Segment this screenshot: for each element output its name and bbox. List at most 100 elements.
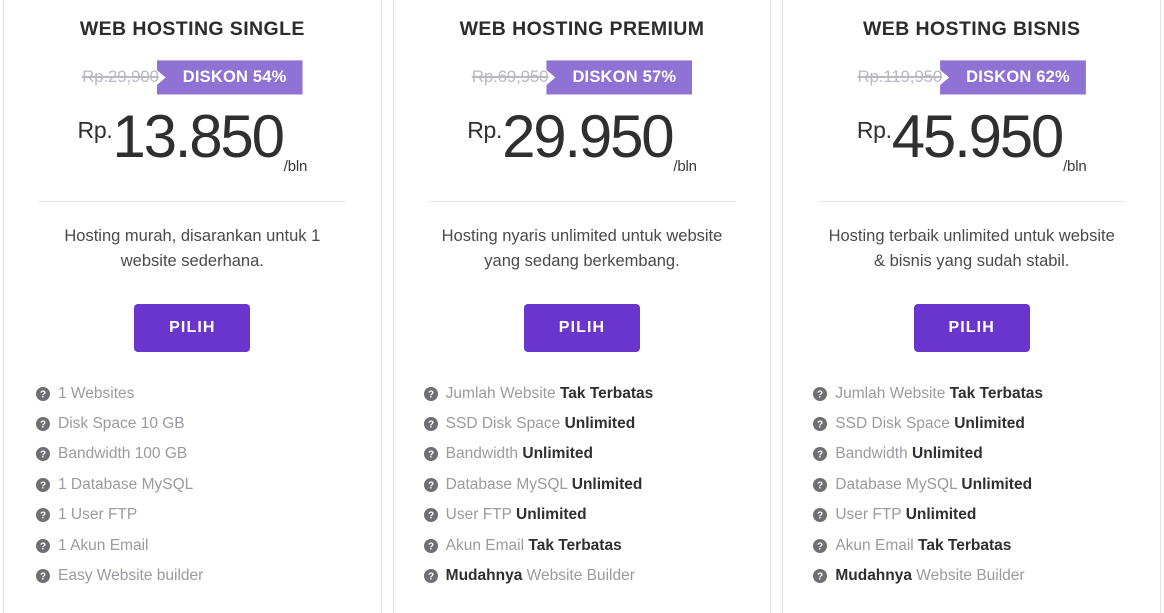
currency-symbol: Rp. (77, 116, 113, 143)
feature-text: Database MySQL (445, 475, 572, 493)
feature-text: Disk Space 10 GB (58, 415, 185, 433)
old-price: Rp.29,900 (82, 67, 159, 87)
help-circle-icon[interactable]: ? (36, 447, 50, 462)
feature-text: Database MySQL (835, 475, 962, 493)
feature-label: Akun Email Tak Terbatas (835, 536, 1011, 555)
feature-label: Jumlah Website Tak Terbatas (446, 384, 654, 403)
help-circle-icon[interactable]: ? (813, 386, 828, 401)
feature-item: ? Mudahnya Website Builder (423, 566, 753, 585)
svg-text:?: ? (40, 480, 46, 491)
help-circle-icon[interactable]: ? (36, 538, 50, 553)
help-circle-icon[interactable]: ? (36, 417, 50, 432)
feature-label: Mudahnya Website Builder (446, 566, 635, 585)
help-circle-icon[interactable]: ? (813, 477, 828, 492)
feature-text: Bandwidth (835, 445, 913, 463)
price-row: Rp. 29.950 /bln (412, 106, 753, 177)
feature-label: Akun Email Tak Terbatas (446, 536, 622, 555)
help-circle-icon[interactable]: ? (423, 447, 438, 462)
feature-label: Mudahnya Website Builder (835, 566, 1024, 585)
svg-text:?: ? (40, 389, 46, 400)
svg-text:?: ? (428, 511, 434, 522)
feature-label: User FTP Unlimited (835, 505, 976, 524)
feature-label: 1 Database MySQL (58, 475, 193, 494)
help-circle-icon[interactable]: ? (813, 508, 828, 523)
help-circle-icon[interactable]: ? (423, 386, 438, 401)
feature-item: ? Mudahnya Website Builder (813, 566, 1142, 585)
feature-highlight: Tak Terbatas (949, 384, 1043, 402)
svg-text:?: ? (428, 420, 434, 431)
svg-text:?: ? (428, 480, 434, 491)
feature-text: Jumlah Website (445, 384, 560, 402)
feature-highlight: Unlimited (961, 475, 1033, 493)
svg-text:?: ? (428, 450, 434, 461)
choose-plan-button[interactable]: PILIH (913, 303, 1030, 352)
svg-text:?: ? (40, 541, 46, 552)
help-circle-icon[interactable]: ? (813, 568, 828, 583)
feature-label: Easy Website builder (58, 566, 203, 585)
discount-row: Rp.69,950 DISKON 57% (412, 60, 753, 95)
plan-card-premium: WEB HOSTING PREMIUM Rp.69,950 DISKON 57%… (392, 0, 772, 613)
feature-text: User FTP (445, 506, 517, 524)
svg-text:?: ? (40, 511, 46, 522)
feature-text: 1 Akun Email (58, 536, 149, 554)
plan-card-bisnis: WEB HOSTING BISNIS Rp.119,950 DISKON 62%… (782, 0, 1162, 613)
feature-item: ? Easy Website builder (36, 566, 363, 585)
help-circle-icon[interactable]: ? (36, 508, 50, 523)
help-circle-icon[interactable]: ? (813, 417, 828, 432)
feature-item: ? Disk Space 10 GB (36, 414, 363, 433)
feature-text: Jumlah Website (835, 384, 950, 402)
feature-text: Website Builder (522, 566, 635, 584)
feature-highlight: Tak Terbatas (528, 536, 622, 554)
feature-text: 1 Websites (58, 384, 135, 402)
help-circle-icon[interactable]: ? (36, 568, 50, 583)
feature-highlight: Unlimited (564, 415, 636, 433)
divider (39, 200, 346, 202)
feature-item: ? Bandwidth Unlimited (813, 444, 1142, 463)
help-circle-icon[interactable]: ? (423, 417, 438, 432)
svg-text:?: ? (817, 450, 823, 461)
feature-label: SSD Disk Space Unlimited (446, 414, 636, 433)
help-circle-icon[interactable]: ? (813, 538, 828, 553)
plan-description: Hosting nyaris unlimited untuk website y… (441, 226, 723, 270)
discount-badge: DISKON 62% (940, 60, 1086, 95)
plan-title: WEB HOSTING SINGLE (79, 18, 305, 40)
feature-highlight: Unlimited (516, 506, 587, 524)
help-circle-icon[interactable]: ? (36, 386, 50, 401)
help-circle-icon[interactable]: ? (813, 447, 828, 462)
feature-label: User FTP Unlimited (446, 505, 587, 524)
price-period: /bln (283, 157, 308, 175)
svg-text:?: ? (817, 420, 823, 431)
help-circle-icon[interactable]: ? (423, 508, 438, 523)
help-circle-icon[interactable]: ? (423, 538, 438, 553)
feature-highlight: Mudahnya (445, 566, 523, 584)
feature-highlight: Tak Terbatas (559, 384, 654, 402)
plan-title: WEB HOSTING BISNIS (862, 18, 1081, 40)
feature-item: ? Jumlah Website Tak Terbatas (423, 384, 753, 403)
feature-item: ? Jumlah Website Tak Terbatas (813, 384, 1142, 403)
price-row: Rp. 13.850 /bln (22, 106, 363, 177)
feature-text: User FTP (835, 506, 906, 524)
feature-item: ? 1 Akun Email (36, 536, 363, 555)
feature-label: Jumlah Website Tak Terbatas (835, 384, 1043, 403)
currency-symbol: Rp. (467, 116, 503, 143)
feature-item: ? Database MySQL Unlimited (423, 475, 753, 494)
feature-highlight: Unlimited (522, 445, 593, 463)
discount-row: Rp.29,900 DISKON 54% (22, 60, 363, 95)
discount-badge: DISKON 57% (546, 60, 693, 95)
feature-text: Akun Email (445, 536, 529, 554)
feature-list: ? Jumlah Website Tak Terbatas? SSD Disk Sp… (801, 384, 1142, 597)
svg-text:?: ? (40, 572, 46, 583)
choose-plan-button[interactable]: PILIH (524, 303, 640, 352)
feature-text: Easy Website builder (58, 566, 204, 584)
choose-plan-button[interactable]: PILIH (134, 303, 251, 352)
feature-text: SSD Disk Space (445, 415, 565, 433)
help-circle-icon[interactable]: ? (423, 568, 438, 583)
feature-highlight: Unlimited (905, 506, 977, 524)
feature-item: ? Akun Email Tak Terbatas (813, 536, 1142, 555)
help-circle-icon[interactable]: ? (36, 477, 50, 492)
feature-label: Disk Space 10 GB (58, 414, 185, 433)
feature-label: 1 User FTP (58, 505, 137, 524)
svg-text:?: ? (428, 541, 434, 552)
feature-text: Bandwidth (445, 445, 523, 463)
help-circle-icon[interactable]: ? (423, 477, 438, 492)
